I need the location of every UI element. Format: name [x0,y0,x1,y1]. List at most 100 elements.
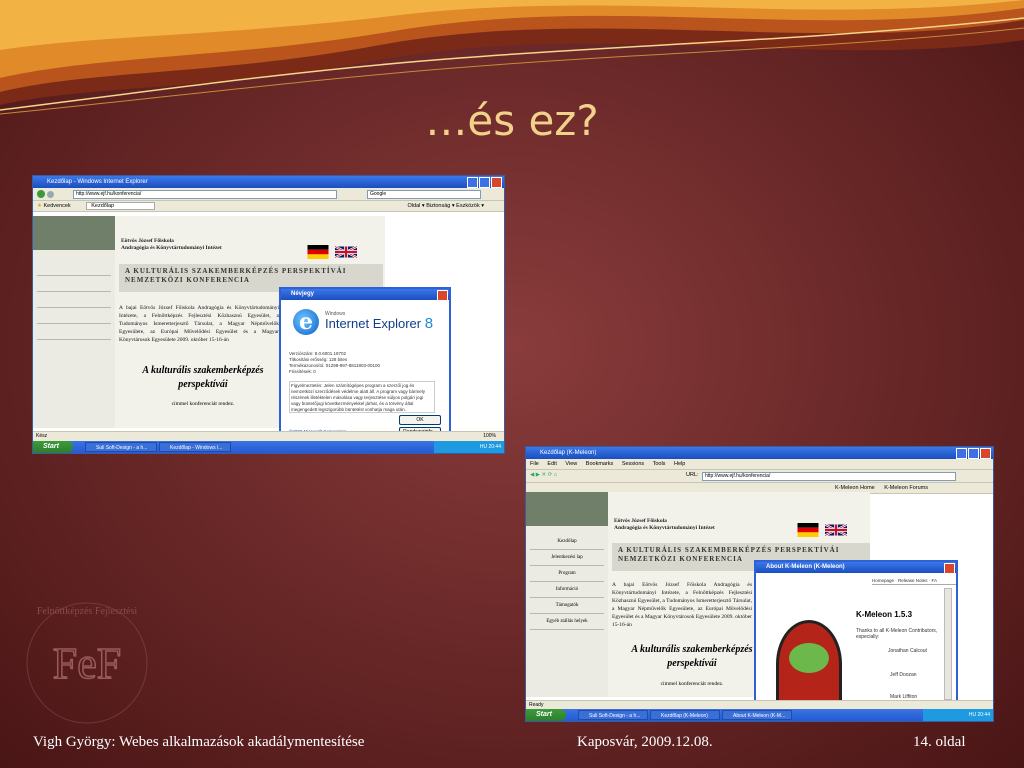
uk-flag-icon[interactable] [825,523,847,537]
forward-icon[interactable] [46,191,54,198]
ie-subtitle: címmel konferenciát rendez. [171,401,235,407]
taskbar-item[interactable]: Kezdőlap (K-Meleon) [650,710,720,720]
dialog-close-button[interactable] [944,563,955,574]
ie-italic-title: A kulturális szakemberképzés perspektívá… [123,364,283,392]
dialog-close-button[interactable] [437,290,448,301]
menu-bookmarks[interactable]: Bookmarks [586,461,614,467]
ie-favorites-bar: ★ Kedvencek Kezdőlap Oldal ▾ Biztonság ▾… [33,201,504,212]
italic-line2: perspektívái [667,658,717,669]
km-toolbar: ◀ ▶ ✕ ⟳ ⌂ URL: http://www.ejf.hu/konfere… [526,470,993,483]
nav-item-info[interactable]: Információ [530,582,604,598]
footer-left: Vigh György: Webes alkalmazások akadálym… [33,734,365,750]
ie-toolbar-right[interactable]: Oldal ▾ Biztonság ▾ Eszközök ▾ [408,201,484,211]
german-flag-icon[interactable] [797,523,819,537]
nav-divider [37,260,111,276]
ie-search-input[interactable]: Google [367,190,481,199]
ie-taskbar: Start Suli Soft-Design - a h... Kezdőlap… [33,441,504,453]
nav-divider [37,324,111,340]
system-tray: HU 20:44 [434,441,504,453]
chameleon-logo-icon [776,620,842,708]
ie-tab[interactable]: Kezdőlap [86,202,156,210]
brand-name: Internet Explorer [325,316,422,331]
dialog-scrollbar[interactable] [944,588,952,700]
nav-divider [37,276,111,292]
conf-title-line2: NEMZETKÖZI KONFERENCIA [125,276,250,284]
uk-flag-icon[interactable] [335,245,357,259]
ie-status-text: Kész [36,433,48,439]
back-icon[interactable]: ◀ ▶ ✕ ⟳ ⌂ [530,472,557,478]
start-button[interactable]: Start [526,709,566,721]
menu-file[interactable]: File [530,461,539,467]
german-flag-icon[interactable] [307,245,329,259]
ie-address-bar: http://www.ejf.hu/konferencia/ Google [33,188,504,201]
nav-item-home[interactable]: Kezdőlap [530,534,604,550]
maximize-button[interactable] [968,448,979,459]
system-tray: HU 20:44 [923,709,993,721]
km-home-link[interactable]: K-Meleon Home [835,485,875,491]
km-forums-link[interactable]: K-Meleon Forums [884,485,928,491]
ie-title-bar: Kezdőlap - Windows Internet Explorer [33,176,504,188]
logo-text: FeF [53,639,121,688]
menu-tools[interactable]: Tools [653,461,666,467]
km-taskbar: Start Suli Soft-Design - a h... Kezdőlap… [526,709,993,721]
km-status-text: Ready [529,702,544,708]
menu-help[interactable]: Help [674,461,685,467]
km-subtitle: címmel konferenciát rendez. [660,681,724,687]
nav-item-program[interactable]: Program [530,566,604,582]
taskbar-item[interactable]: About K-Meleon (K-M... [722,710,792,720]
ie-zoom[interactable]: 100% [483,432,496,441]
menu-edit[interactable]: Edit [547,461,556,467]
nav-divider [37,308,111,324]
dialog-title: About K-Meleon (K-Meleon) [766,564,845,570]
ie8-screenshot: Kezdőlap - Windows Internet Explorer htt… [32,175,505,454]
footer-page-number: 14. oldal [913,734,966,750]
km-window-title: Kezdőlap (K-Meleon) [540,450,597,456]
km-address-input[interactable]: http://www.ejf.hu/konferencia/ [702,472,956,481]
nav-item-sponsors[interactable]: Támogatók [530,598,604,614]
dialog-title-bar: Névjegy [281,289,449,301]
ie-version-info: Verziószám: 8.0.6001.18702 Titkosítási e… [289,351,380,375]
italic-line1: A kulturális szakemberképzés [631,644,753,655]
menu-sessions[interactable]: Sessions [622,461,644,467]
favorites-button[interactable]: Kedvencek [43,203,70,209]
km-thanks: Thanks to all K-Meleon Contributors, esp… [856,628,938,640]
institute-name: Andragógia és Könyvtártudományi Intézet [614,525,715,531]
info-line: Frissítések: 0 [289,369,316,374]
start-button[interactable]: Start [33,441,73,453]
ie-e-logo-icon: e [293,309,319,335]
close-button[interactable] [491,177,502,188]
italic-line1: A kulturális szakemberképzés [142,365,264,376]
ie-body-text: A bajai Eötvös József Főiskola Andragógi… [119,305,279,343]
ie-institution: Eötvös József Főiskola Andragógia és Kön… [121,238,222,252]
km-italic-title: A kulturális szakemberképzés perspektívá… [612,643,772,671]
km-menu-bar: File Edit View Bookmarks Sessions Tools … [526,459,993,470]
km-title-bar: Kezdőlap (K-Meleon) [526,447,993,459]
brand-version: 8 [424,315,434,332]
ok-button[interactable]: OK [399,415,441,425]
institution-name: Eötvös József Főiskola [614,518,667,524]
back-icon[interactable] [37,190,45,198]
maximize-button[interactable] [479,177,490,188]
km-status-bar: Ready [526,700,993,709]
favorites-star-icon: ★ [37,203,42,209]
ie-address-input[interactable]: http://www.ejf.hu/konferencia/ [73,190,337,199]
minimize-button[interactable] [956,448,967,459]
close-button[interactable] [980,448,991,459]
taskbar-item[interactable]: Suli Soft-Design - a h... [578,710,648,720]
nav-item-registration[interactable]: Jelentkezési lap [530,550,604,566]
url-label: URL: [686,472,699,478]
conf-title-line1: A KULTURÁLIS SZAKEMBERKÉPZÉS PERSPEKTÍVÁ… [125,267,347,275]
km-about-dialog: About K-Meleon (K-Meleon) Homepage · Rel… [754,560,958,710]
contributor-name: Jonathan Calcout [888,648,927,654]
km-institution: Eötvös József Főiskola Andragógia és Kön… [614,518,715,532]
minimize-button[interactable] [467,177,478,188]
sidebar-header-image [526,492,608,526]
km-dialog-tabs[interactable]: Homepage · Release Notes · FA [872,578,956,585]
taskbar-item[interactable]: Suli Soft-Design - a h... [85,442,157,452]
footer-center: Kaposvár, 2009.12.08. [577,734,713,750]
km-body-text: A bajai Eötvös József Főiskola Andragógi… [612,582,752,628]
taskbar-item[interactable]: Kezdőlap - Windows I... [159,442,231,452]
institution-name: Eötvös József Főiskola [121,238,174,244]
menu-view[interactable]: View [565,461,577,467]
nav-item-accommodation[interactable]: Egyéb ztállás helyek [530,614,604,630]
